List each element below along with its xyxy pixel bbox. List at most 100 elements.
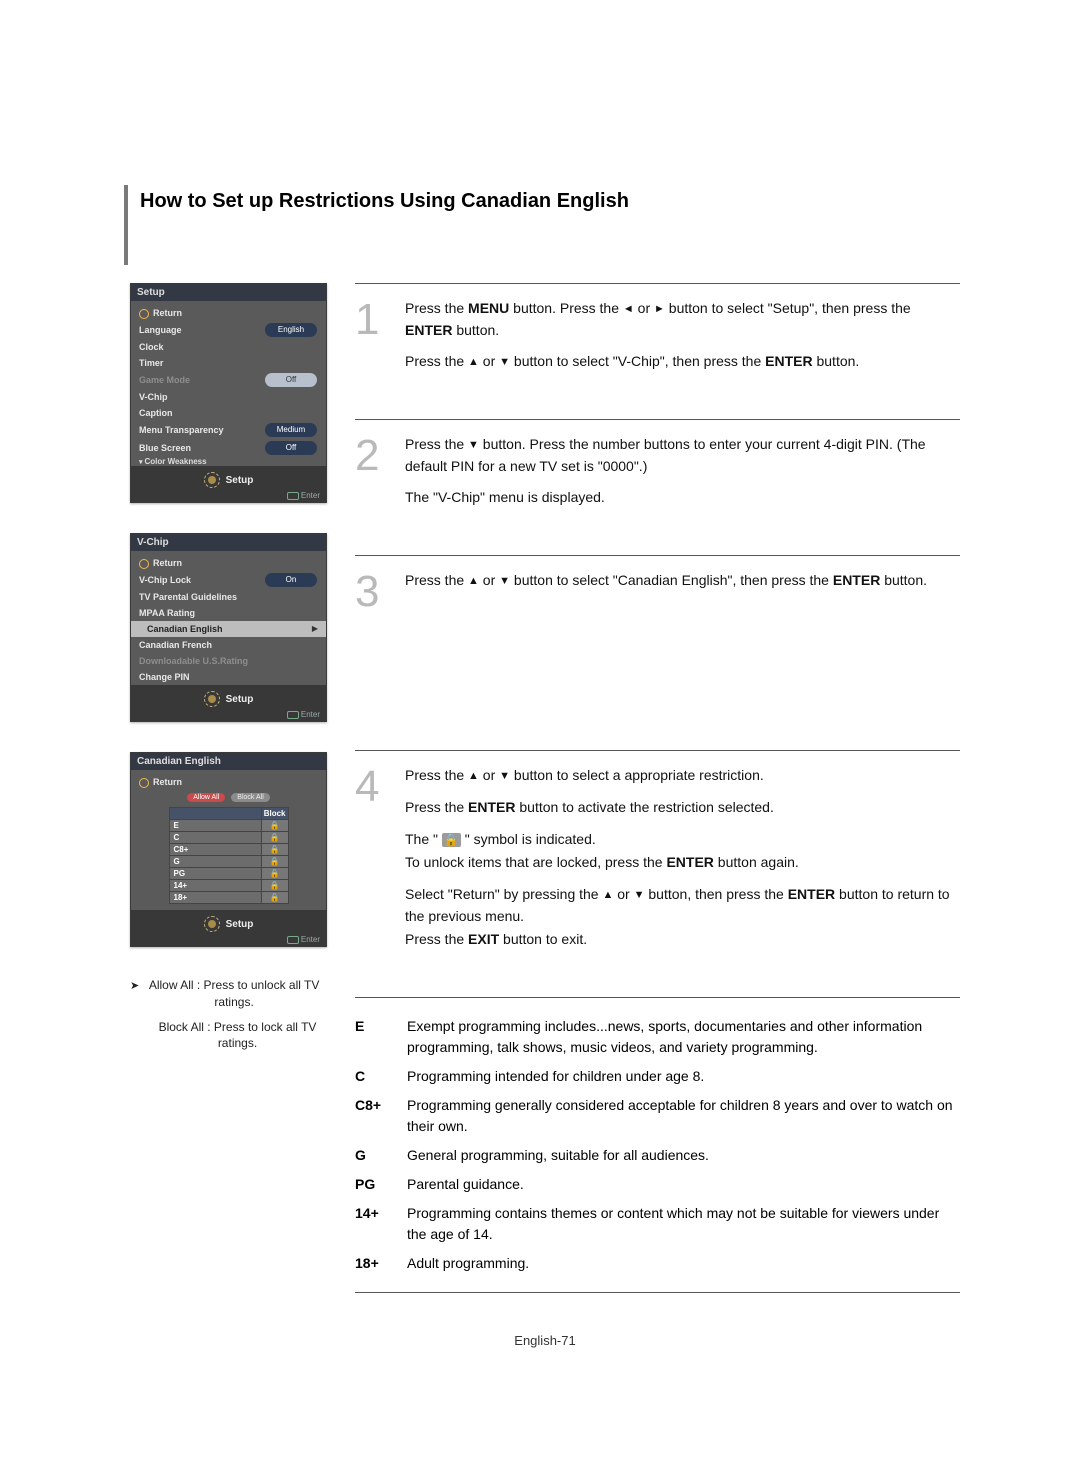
up-arrow-icon: ▲ (468, 573, 479, 590)
return-label: Return (153, 307, 318, 319)
rating-def-14: 14+Programming contains themes or conten… (355, 1203, 960, 1245)
step-4: 4 Press the ▲ or ▼ button to select a ap… (355, 751, 960, 997)
rating-row-18: 18+🔒 (169, 892, 288, 904)
row-mpaa: MPAA Rating (131, 605, 326, 621)
gear-icon (204, 691, 220, 707)
step-4-line-d: To unlock items that are locked, press t… (405, 852, 960, 874)
allow-all-button: Allow All (187, 793, 225, 802)
row-change-pin: Change PIN (131, 669, 326, 685)
row-timer: Timer (131, 355, 326, 371)
rating-row-c: C🔒 (169, 832, 288, 844)
block-all-button: Block All (231, 793, 269, 802)
osd-panel-setup: Setup Return Language English Clock Time… (130, 283, 327, 503)
step-4-line-b: Press the ENTER button to activate the r… (405, 797, 960, 819)
step-number-2: 2 (355, 434, 391, 519)
osd-title: Canadian English (131, 753, 326, 770)
note-allow-all: ➤ Allow All : Press to unlock all TV rat… (130, 977, 325, 1011)
row-blue-screen: Blue Screen Off (131, 439, 326, 457)
row-caption: Caption (131, 405, 326, 421)
up-arrow-icon: ▲ (468, 768, 479, 785)
step-number-4: 4 (355, 765, 391, 961)
note-block-all: Block All : Press to lock all TV ratings… (130, 1019, 325, 1053)
lock-icon: 🔒 (270, 821, 280, 830)
chevron-right-icon: ▶ (310, 623, 318, 635)
step-4-line-c: The " 🔒 " symbol is indicated. (405, 829, 960, 851)
down-arrow-icon: ▼ (468, 437, 479, 454)
down-arrow-icon: ▼ (499, 354, 510, 371)
rating-def-g: GGeneral programming, suitable for all a… (355, 1145, 960, 1166)
rating-def-pg: PGParental guidance. (355, 1174, 960, 1195)
step-4-line-a: Press the ▲ or ▼ button to select a appr… (405, 765, 960, 787)
pill-medium: Medium (265, 423, 317, 437)
down-arrow-icon: ▼ (499, 573, 510, 590)
row-language: Language English (131, 321, 326, 339)
pill-on: On (265, 573, 317, 587)
lock-icon: 🔒 (270, 857, 280, 866)
step-1-line-a: Press the MENU button. Press the ◄ or ► … (405, 298, 960, 341)
pill-english: English (265, 323, 317, 337)
rating-definitions: EExempt programming includes...news, spo… (355, 997, 960, 1293)
row-color-weakness: Color Weakness (131, 457, 326, 466)
enter-icon (287, 936, 299, 944)
enter-icon (287, 711, 299, 719)
pill-off: Off (265, 373, 317, 387)
rating-row-g: G🔒 (169, 856, 288, 868)
lock-icon: 🔒 (270, 881, 280, 890)
page-footer: English-71 (130, 1333, 960, 1348)
lock-icon: 🔒 (270, 869, 280, 878)
lock-icon: 🔒 (442, 833, 461, 847)
osd-title: Setup (131, 284, 326, 301)
row-dl-us-rating: Downloadable U.S.Rating (131, 653, 326, 669)
up-arrow-icon: ▲ (468, 354, 479, 371)
down-arrow-icon: ▼ (499, 768, 510, 785)
lock-icon: 🔒 (270, 833, 280, 842)
row-vchip: V-Chip (131, 389, 326, 405)
up-arrow-icon: ▲ (602, 887, 613, 904)
rating-def-c8: C8+Programming generally considered acce… (355, 1095, 960, 1137)
rating-def-e: EExempt programming includes...news, spo… (355, 1016, 960, 1058)
step-4-line-f: Press the EXIT button to exit. (405, 929, 960, 951)
chevron-right-icon: ➤ (130, 979, 139, 1013)
return-icon (139, 309, 149, 319)
return-icon (139, 778, 149, 788)
enter-hint: Enter (137, 488, 320, 500)
row-clock: Clock (131, 339, 326, 355)
left-arrow-icon: ◄ (623, 301, 634, 318)
pill-off2: Off (265, 441, 317, 455)
row-gamemode: Game Mode Off (131, 371, 326, 389)
step-3: 3 Press the ▲ or ▼ button to select "Can… (355, 556, 960, 650)
row-canadian-english: Canadian English ▶ (131, 621, 326, 637)
rating-table: Block E🔒 C🔒 C8+🔒 G🔒 PG🔒 14+🔒 18+🔒 (169, 807, 289, 904)
osd-panel-vchip: V-Chip Return V-Chip Lock On TV Parental… (130, 533, 327, 722)
row-tvpg: TV Parental Guidelines (131, 589, 326, 605)
row-vchip-lock: V-Chip Lock On (131, 571, 326, 589)
return-row: Return (131, 774, 326, 790)
lock-icon: 🔒 (270, 893, 280, 902)
return-row: Return (131, 555, 326, 571)
return-icon (139, 559, 149, 569)
right-arrow-icon: ► (654, 301, 665, 318)
gear-icon (204, 472, 220, 488)
step-number-1: 1 (355, 298, 391, 383)
gear-icon (204, 916, 220, 932)
row-canadian-french: Canadian French (131, 637, 326, 653)
rating-row-c8: C8+🔒 (169, 844, 288, 856)
rating-row-e: E🔒 (169, 820, 288, 832)
step-3-line-a: Press the ▲ or ▼ button to select "Canad… (405, 570, 927, 592)
page-title: How to Set up Restrictions Using Canadia… (140, 190, 960, 213)
rating-row-pg: PG🔒 (169, 868, 288, 880)
osd-title: V-Chip (131, 534, 326, 551)
rating-row-14: 14+🔒 (169, 880, 288, 892)
down-arrow-icon: ▼ (634, 887, 645, 904)
return-row: Return (131, 305, 326, 321)
block-header: Block (261, 808, 288, 820)
footer-setup-label: Setup (226, 475, 254, 486)
step-4-line-e: Select "Return" by pressing the ▲ or ▼ b… (405, 884, 960, 927)
rating-def-c: CProgramming intended for children under… (355, 1066, 960, 1087)
lock-icon: 🔒 (270, 845, 280, 854)
osd-panel-canadian-english: Canadian English Return Allow All Block … (130, 752, 327, 947)
rating-def-18: 18+Adult programming. (355, 1253, 960, 1274)
title-accent (124, 185, 128, 265)
step-number-3: 3 (355, 570, 391, 614)
enter-icon (287, 492, 299, 500)
